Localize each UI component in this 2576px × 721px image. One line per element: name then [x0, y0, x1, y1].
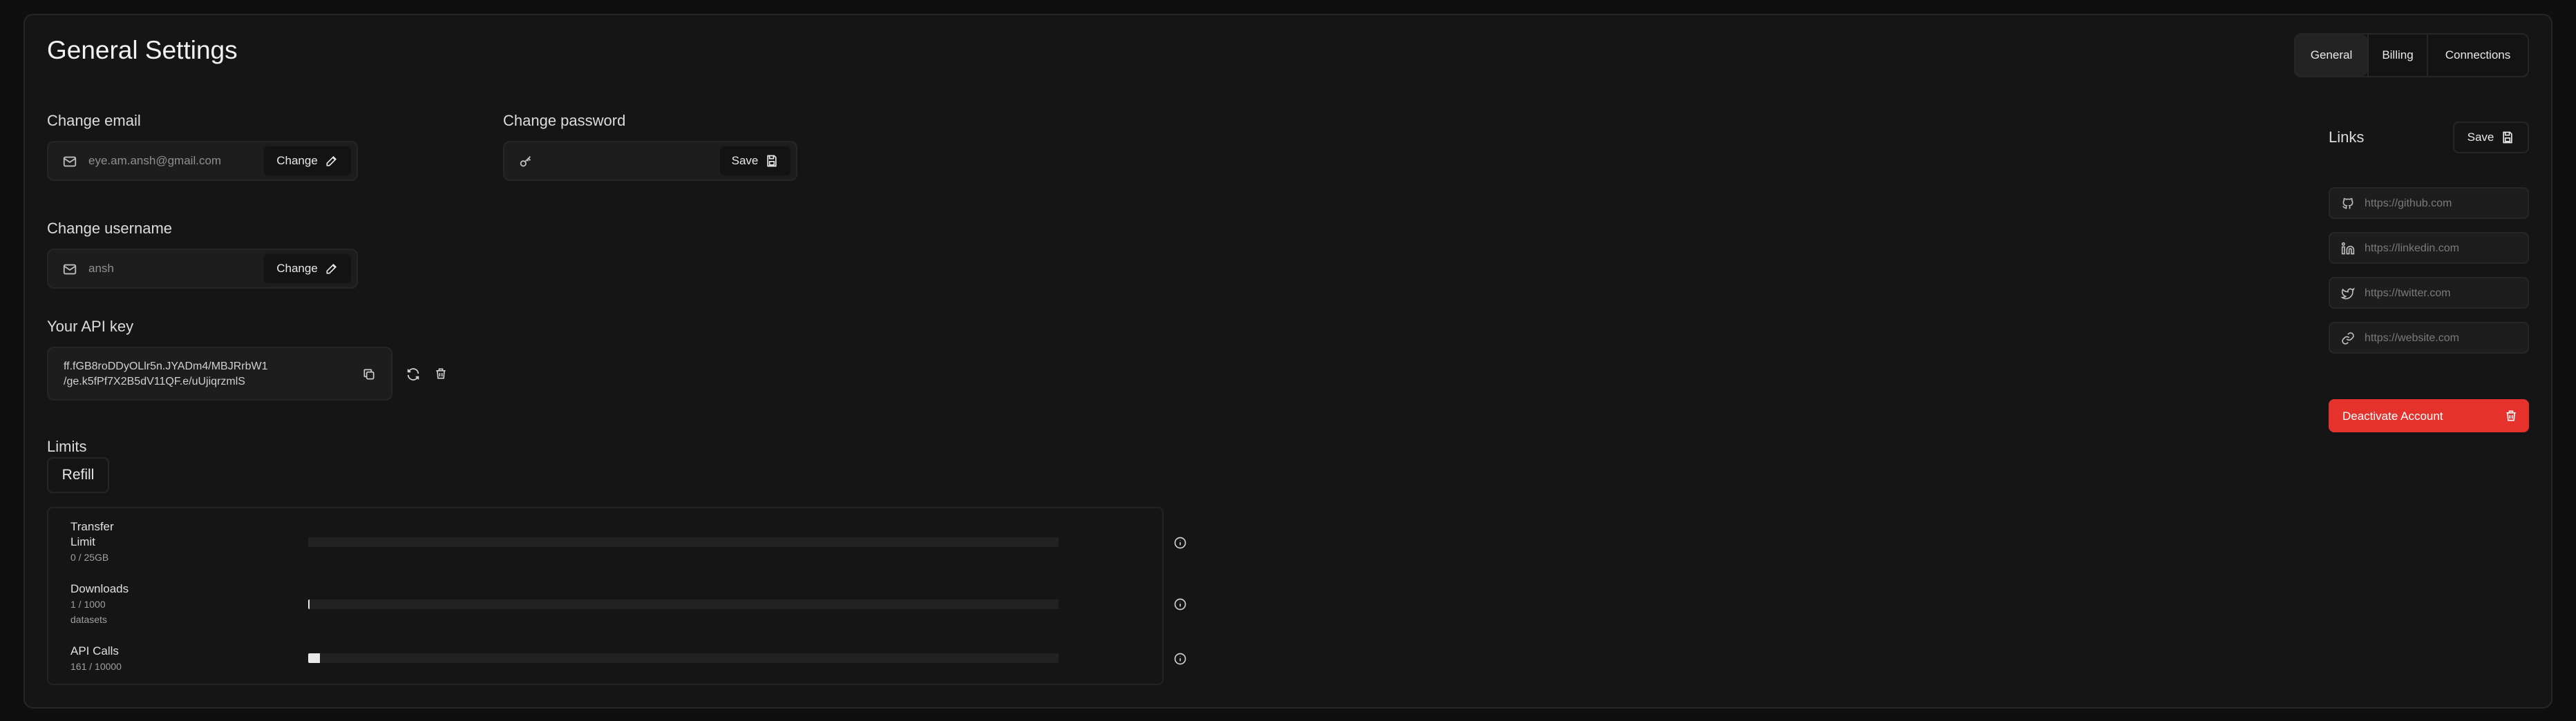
change-email-label: Change email: [47, 112, 141, 129]
pencil-icon: [325, 262, 339, 276]
limit-progress-fill: [308, 653, 321, 663]
limit-name: Transfer: [70, 520, 114, 533]
limit-usage: 161 / 10000: [70, 661, 122, 672]
limit-progress-fill: [308, 599, 310, 609]
api-key-line-2: /ge.k5fPf7X2B5dV11QF.e/uUjiqrzmlS: [64, 376, 245, 387]
github-icon: [2341, 197, 2355, 211]
limits-label: Limits: [47, 438, 87, 455]
save-password-button-label: Save: [731, 154, 759, 167]
tab-billing[interactable]: Billing: [2367, 35, 2427, 76]
trash-icon: [2504, 409, 2518, 423]
info-icon[interactable]: [1173, 536, 1187, 550]
linkedin-link-input[interactable]: https://linkedin.com: [2329, 232, 2529, 264]
api-key-field: ff.fGB8roDDyOLlr5n.JYADm4/MBJRrbW1 /ge.k…: [47, 347, 392, 401]
github-link-placeholder: https://github.com: [2365, 198, 2452, 209]
username-value: ansh: [88, 262, 114, 275]
refill-button[interactable]: Refill: [47, 457, 109, 493]
website-link-placeholder: https://website.com: [2365, 332, 2459, 344]
regenerate-icon[interactable]: [406, 367, 421, 382]
mail-icon: [62, 262, 77, 277]
twitter-link-input[interactable]: https://twitter.com: [2329, 277, 2529, 309]
twitter-icon: [2341, 287, 2355, 300]
page-title: General Settings: [47, 36, 238, 64]
limit-row-transfer: Transfer Limit 0 / 25GB: [70, 519, 114, 565]
key-icon: [518, 154, 533, 169]
links-label: Links: [2329, 128, 2365, 146]
save-icon: [2501, 131, 2515, 144]
pencil-icon: [325, 154, 339, 168]
trash-icon[interactable]: [434, 367, 448, 381]
limit-progress-bar: [308, 653, 1059, 663]
api-key-label: Your API key: [47, 318, 134, 335]
limit-row-downloads: Downloads 1 / 1000 datasets: [70, 581, 129, 627]
save-links-button-label: Save: [2467, 131, 2494, 144]
info-icon[interactable]: [1173, 652, 1187, 666]
tab-general[interactable]: General: [2295, 35, 2367, 76]
limit-progress-bar: [308, 599, 1059, 609]
change-email-button[interactable]: Change: [263, 145, 352, 177]
link-icon: [2341, 331, 2355, 345]
change-username-button[interactable]: Change: [263, 253, 352, 285]
website-link-input[interactable]: https://website.com: [2329, 322, 2529, 354]
save-icon: [765, 154, 779, 168]
limit-row-api-calls: API Calls 161 / 10000: [70, 644, 122, 674]
save-password-button[interactable]: Save: [719, 145, 792, 177]
limit-usage: 0 / 25GB: [70, 552, 109, 563]
change-username-button-label: Change: [276, 262, 318, 275]
limit-name: API Calls: [70, 644, 119, 657]
info-icon[interactable]: [1173, 597, 1187, 611]
linkedin-icon: [2341, 242, 2355, 256]
limits-table: Transfer Limit 0 / 25GB Downloads 1 / 10…: [47, 507, 1186, 685]
limit-name: Downloads: [70, 582, 129, 595]
limit-name-line-2: Limit: [70, 535, 95, 548]
linkedin-link-placeholder: https://linkedin.com: [2365, 242, 2459, 254]
mail-icon: [62, 154, 77, 169]
api-key-line-1: ff.fGB8roDDyOLlr5n.JYADm4/MBJRrbW1: [64, 360, 268, 372]
deactivate-account-button[interactable]: Deactivate Account: [2329, 399, 2529, 432]
tab-connections[interactable]: Connections: [2427, 35, 2528, 76]
settings-tabs: General Billing Connections: [2294, 33, 2529, 77]
api-key-value: ff.fGB8roDDyOLlr5n.JYADm4/MBJRrbW1 /ge.k…: [64, 359, 267, 390]
github-link-input[interactable]: https://github.com: [2329, 187, 2529, 219]
copy-icon[interactable]: [362, 367, 376, 381]
limit-usage-unit: datasets: [70, 614, 107, 625]
email-value: eye.am.ansh@gmail.com: [88, 154, 222, 167]
limit-progress-bar: [308, 537, 1059, 547]
change-username-label: Change username: [47, 220, 173, 237]
twitter-link-placeholder: https://twitter.com: [2365, 287, 2451, 299]
deactivate-account-label: Deactivate Account: [2342, 410, 2443, 423]
change-email-button-label: Change: [276, 154, 318, 167]
limit-usage: 1 / 1000: [70, 599, 106, 610]
change-password-label: Change password: [503, 112, 626, 129]
save-links-button[interactable]: Save: [2453, 122, 2529, 153]
